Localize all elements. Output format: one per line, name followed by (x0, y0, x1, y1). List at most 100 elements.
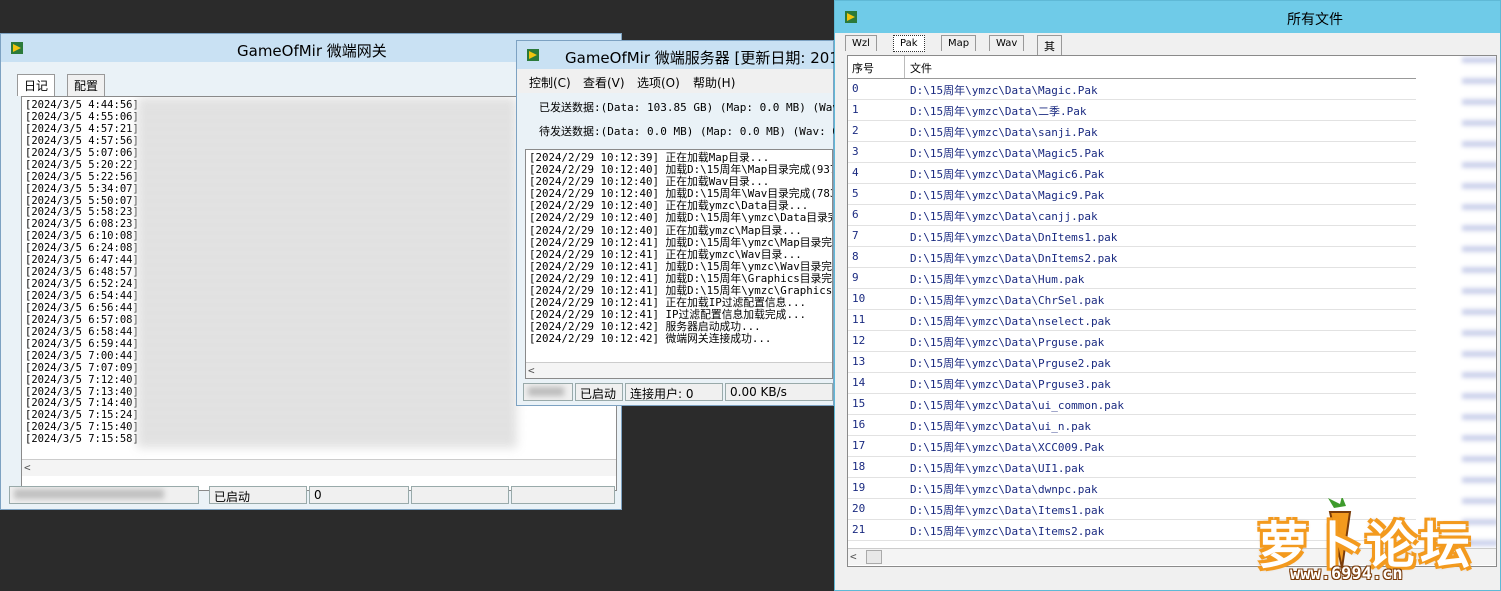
gateway-log-list: [2024/3/5 4:44:56] [2024/3/5 4:55:06] [202… (22, 99, 139, 445)
table-row[interactable]: 0 D:\15周年\ymzc\Data\Magic.Pak (848, 78, 1416, 100)
tab-wav[interactable]: Wav (989, 35, 1025, 51)
row-file-path: D:\15周年\ymzc\Data\DnItems1.pak (910, 231, 1118, 244)
log-line: [2024/3/5 5:34:07] (25, 182, 139, 195)
tab-log[interactable]: 日记 (17, 74, 56, 96)
table-row[interactable]: 4 D:\15周年\ymzc\Data\Magic6.Pak (848, 162, 1416, 184)
row-file-path: D:\15周年\ymzc\Data\Items1.pak (910, 504, 1105, 517)
row-file-path: D:\15周年\ymzc\Data\Hum.pak (910, 273, 1085, 286)
log-line: [2024/3/5 4:44:56] (25, 99, 139, 111)
pending-data-label: 待发送数据:(Data: 0.0 MB) (Map: 0.0 MB) (Wav:… (539, 125, 853, 138)
server-status-address (523, 383, 573, 401)
table-row[interactable]: 12 D:\15周年\ymzc\Data\Prguse.pak (848, 330, 1416, 352)
table-row[interactable]: 13 D:\15周年\ymzc\Data\Prguse2.pak (848, 351, 1416, 373)
log-line: [2024/2/29 10:12:40] 加载D:\15周年\ymzc\Data… (529, 211, 833, 225)
scroll-left-icon[interactable]: < (24, 461, 31, 474)
log-line: [2024/3/5 6:57:08] (25, 313, 139, 326)
table-row[interactable]: 14 D:\15周年\ymzc\Data\Prguse3.pak (848, 372, 1416, 394)
table-row[interactable]: 3 D:\15周年\ymzc\Data\Magic5.Pak (848, 141, 1416, 163)
log-line: [2024/3/5 5:07:06] (25, 146, 139, 159)
column-index[interactable]: 序号 (852, 60, 874, 76)
log-line: [2024/3/5 7:15:40] (25, 421, 139, 434)
log-line: [2024/3/5 5:22:56] (25, 170, 139, 183)
scroll-left-icon[interactable]: < (528, 364, 535, 377)
log-line: [2024/2/29 10:12:41] 加载D:\15周年\ymzc\Map目… (529, 235, 833, 249)
files-titlebar[interactable]: 所有文件 (835, 1, 1500, 33)
watermark-url: www.6994.cn (1290, 564, 1403, 584)
row-file-path: D:\15周年\ymzc\Data\Magic6.Pak (910, 168, 1105, 181)
row-index: 17 (852, 439, 866, 452)
table-row[interactable]: 2 D:\15周年\ymzc\Data\sanji.Pak (848, 120, 1416, 142)
row-index: 7 (852, 229, 859, 242)
log-line: [2024/3/5 7:14:40] (25, 397, 139, 410)
server-log-panel[interactable]: [2024/2/29 10:12:39] 正在加载Map目录... [2024/2… (525, 149, 833, 379)
row-file-path: D:\15周年\ymzc\Data\Magic9.Pak (910, 189, 1105, 202)
table-row[interactable]: 9 D:\15周年\ymzc\Data\Hum.pak (848, 267, 1416, 289)
table-row[interactable]: 7 D:\15周年\ymzc\Data\DnItems1.pak (848, 225, 1416, 247)
row-file-path: D:\15周年\ymzc\Data\ui_common.pak (910, 399, 1125, 412)
table-row[interactable]: 19 D:\15周年\ymzc\Data\dwnpc.pak (848, 477, 1416, 499)
app-icon (11, 42, 23, 54)
scroll-thumb[interactable] (866, 550, 882, 564)
log-line: [2024/3/5 6:48:57] (25, 266, 139, 279)
forum-watermark: 萝卜论坛 www.6994.cn (1250, 498, 1490, 588)
table-row[interactable]: 15 D:\15周年\ymzc\Data\ui_common.pak (848, 393, 1416, 415)
table-row[interactable]: 8 D:\15周年\ymzc\Data\DnItems2.pak (848, 246, 1416, 268)
row-file-path: D:\15周年\ymzc\Data\Magic.Pak (910, 84, 1098, 97)
row-index: 21 (852, 523, 866, 536)
row-index: 13 (852, 355, 866, 368)
log-line: [2024/3/5 6:24:08] (25, 242, 139, 255)
tab-pak[interactable]: Pak (893, 35, 925, 52)
row-index: 19 (852, 481, 866, 494)
server-title: GameOfMir 微端服务器 [更新日期: 2015 (565, 49, 849, 67)
row-index: 1 (852, 103, 859, 116)
gateway-status-empty1 (411, 486, 509, 504)
table-row[interactable]: 10 D:\15周年\ymzc\Data\ChrSel.pak (848, 288, 1416, 310)
table-row[interactable]: 17 D:\15周年\ymzc\Data\XCC009.Pak (848, 435, 1416, 457)
log-line: [2024/3/5 6:56:44] (25, 301, 139, 314)
log-line: [2024/3/5 6:58:44] (25, 325, 139, 338)
log-line: [2024/3/5 4:57:21] (25, 122, 139, 135)
menu-options[interactable]: 选项(O) (637, 74, 680, 91)
server-status-users: 连接用户: 0 (625, 383, 723, 401)
row-file-path: D:\15周年\ymzc\Data\二季.Pak (910, 105, 1087, 118)
row-index: 16 (852, 418, 866, 431)
row-index: 4 (852, 166, 859, 179)
log-line: [2024/3/5 6:59:44] (25, 337, 139, 350)
log-line: [2024/3/5 7:13:40] (25, 385, 139, 398)
row-file-path: D:\15周年\ymzc\Data\canjj.pak (910, 210, 1098, 223)
redacted-address (528, 387, 564, 396)
row-index: 11 (852, 313, 866, 326)
table-row[interactable]: 11 D:\15周年\ymzc\Data\nselect.pak (848, 309, 1416, 331)
scroll-left-icon[interactable]: < (850, 550, 857, 563)
table-row[interactable]: 6 D:\15周年\ymzc\Data\canjj.pak (848, 204, 1416, 226)
files-title: 所有文件 (1287, 12, 1343, 28)
redacted-address (14, 489, 164, 499)
table-row[interactable]: 18 D:\15周年\ymzc\Data\UI1.pak (848, 456, 1416, 478)
files-list-panel[interactable]: 序号 文件 0 D:\15周年\ymzc\Data\Magic.Pak 1 D:\15… (847, 55, 1497, 567)
tab-map[interactable]: Map (941, 35, 977, 51)
table-row[interactable]: 16 D:\15周年\ymzc\Data\ui_n.pak (848, 414, 1416, 436)
row-file-path: D:\15周年\ymzc\Data\Items2.pak (910, 525, 1105, 538)
table-row[interactable]: 5 D:\15周年\ymzc\Data\Magic9.Pak (848, 183, 1416, 205)
table-row[interactable]: 1 D:\15周年\ymzc\Data\二季.Pak (848, 99, 1416, 121)
column-divider (904, 56, 905, 78)
server-titlebar[interactable]: GameOfMir 微端服务器 [更新日期: 2015 (517, 41, 848, 69)
row-index: 9 (852, 271, 859, 284)
column-file[interactable]: 文件 (910, 60, 932, 76)
server-hscroll[interactable]: < (526, 362, 832, 378)
menu-help[interactable]: 帮助(H) (693, 74, 735, 91)
row-file-path: D:\15周年\ymzc\Data\XCC009.Pak (910, 441, 1105, 454)
log-line: [2024/3/5 5:58:23] (25, 206, 139, 219)
app-icon (845, 11, 857, 23)
tab-config[interactable]: 配置 (67, 74, 106, 96)
gateway-status-address (9, 486, 199, 504)
row-file-path: D:\15周年\ymzc\Data\dwnpc.pak (910, 483, 1098, 496)
tab-wzl[interactable]: Wzl (845, 35, 877, 51)
row-file-path: D:\15周年\ymzc\Data\DnItems2.pak (910, 252, 1118, 265)
gateway-hscroll[interactable]: < (22, 459, 616, 476)
menu-control[interactable]: 控制(C) (529, 74, 571, 91)
row-file-path: D:\15周年\ymzc\Data\ChrSel.pak (910, 294, 1105, 307)
menu-view[interactable]: 查看(V) (583, 74, 625, 91)
files-list-header: 序号 文件 (848, 56, 1416, 79)
row-index: 3 (852, 145, 859, 158)
